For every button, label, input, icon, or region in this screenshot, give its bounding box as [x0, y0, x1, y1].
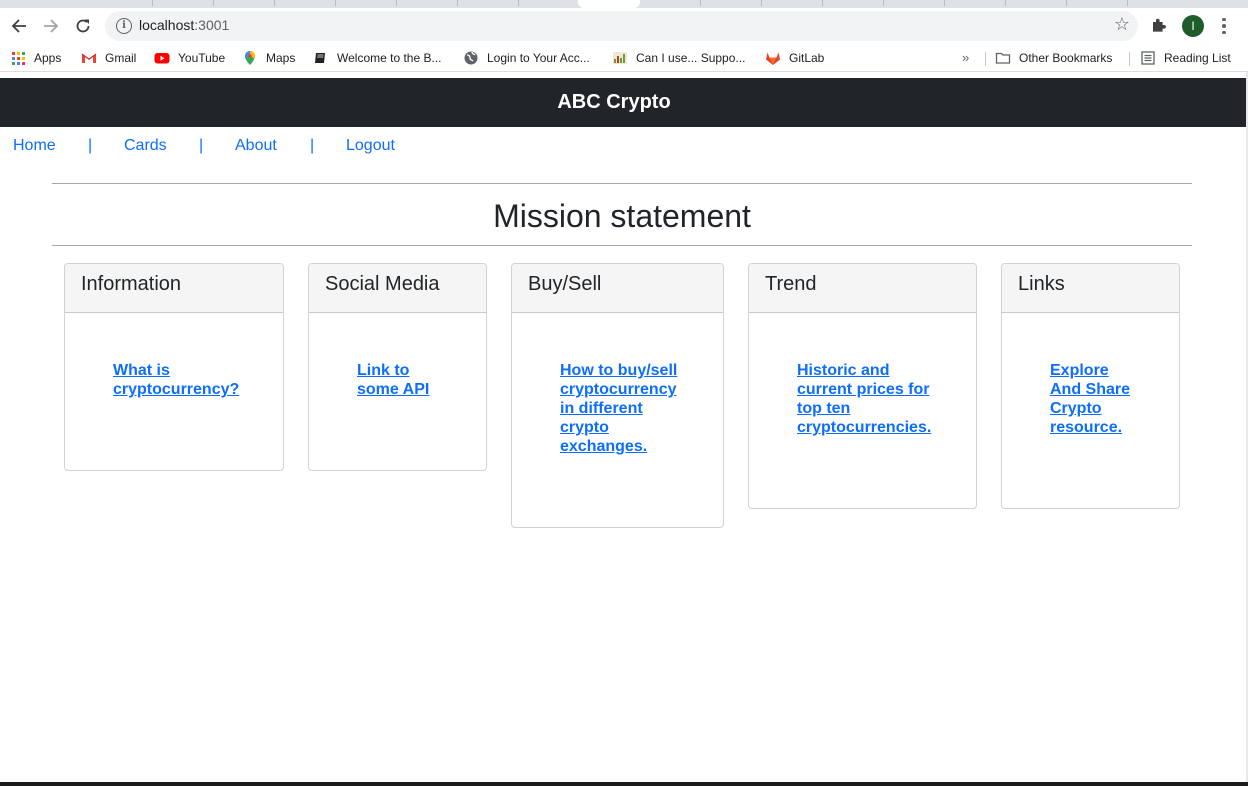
nav-cards-link[interactable]: Cards	[124, 137, 167, 155]
page-heading: Mission statement	[493, 198, 751, 234]
browser-menu-icon[interactable]	[1214, 14, 1234, 38]
nav-home-link[interactable]: Home	[13, 137, 56, 155]
bookmarks-bar: Apps Gmail YouTube Maps Welcome to the B…	[0, 44, 1248, 72]
tab-separator	[822, 0, 823, 6]
card-link[interactable]: Link to some API	[357, 361, 442, 399]
card-body: How to buy/sell cryptocurrency in differ…	[512, 313, 723, 472]
nav-separator: |	[310, 137, 315, 154]
bookmark-label: GitLab	[789, 51, 825, 65]
tab-separator	[1005, 0, 1006, 6]
bookmark-other[interactable]: Other Bookmarks	[995, 50, 1112, 66]
bookmarks-overflow-chevron[interactable]: »	[962, 50, 969, 65]
forward-button[interactable]	[37, 12, 65, 40]
card-title: Trend	[749, 264, 976, 313]
bookmark-label: Apps	[34, 51, 62, 65]
card-body: Historic and current prices for top ten …	[749, 313, 976, 453]
tab-strip	[0, 0, 1248, 8]
divider-top	[52, 183, 1192, 184]
card-link[interactable]: What is cryptocurrency?	[113, 361, 263, 399]
card-body: Explore And Share Crypto resource.	[1002, 313, 1179, 453]
tab-separator	[883, 0, 884, 6]
bookmark-gmail[interactable]: Gmail	[81, 50, 136, 66]
divider-bottom	[52, 245, 1192, 246]
bookmarks-divider	[1129, 52, 1130, 66]
bookmark-login[interactable]: Login to Your Acc...	[463, 50, 590, 66]
url-text[interactable]: localhost:3001	[139, 17, 229, 33]
window-edge	[0, 782, 1248, 786]
card-information: Information What is cryptocurrency?	[64, 263, 284, 471]
tab-separator	[700, 0, 701, 6]
card-body: What is cryptocurrency?	[65, 313, 283, 415]
back-arrow-icon	[11, 19, 26, 33]
card-title: Information	[65, 264, 283, 313]
bookmark-label: Other Bookmarks	[1019, 51, 1113, 65]
tab-separator	[457, 0, 458, 6]
folder-icon	[995, 50, 1011, 66]
bookmarks-divider	[985, 52, 986, 66]
gmail-icon	[81, 50, 97, 66]
bookmark-youtube[interactable]: YouTube	[154, 50, 225, 66]
maps-pin-icon	[242, 50, 258, 66]
bookmark-gitlab[interactable]: GitLab	[765, 50, 824, 66]
site-info-icon[interactable]: i	[116, 18, 132, 34]
card-link[interactable]: Explore And Share Crypto resource.	[1050, 361, 1135, 437]
globe-icon	[463, 50, 479, 66]
profile-avatar[interactable]: I	[1182, 15, 1204, 37]
bookmark-label: Reading List	[1164, 51, 1231, 65]
tab-separator	[274, 0, 275, 6]
card-buy-sell: Buy/Sell How to buy/sell cryptocurrency …	[511, 263, 724, 528]
extensions-puzzle-icon[interactable]	[1150, 16, 1170, 36]
card-body: Link to some API	[309, 313, 486, 415]
bookmark-label: Welcome to the B...	[337, 51, 442, 65]
browser-toolbar: i localhost:3001 ☆ I	[0, 8, 1248, 44]
book-icon	[313, 50, 329, 66]
bookmark-maps[interactable]: Maps	[242, 50, 295, 66]
tab-separator	[944, 0, 945, 6]
nav-logout-link[interactable]: Logout	[346, 137, 395, 155]
app-title: ABC Crypto	[557, 91, 671, 113]
forward-arrow-icon	[44, 19, 59, 33]
bookmark-label: Maps	[266, 51, 296, 65]
card-trend: Trend Historic and current prices for to…	[748, 263, 977, 509]
tab-separator	[761, 0, 762, 6]
caniuse-icon	[612, 50, 628, 66]
bookmark-welcome[interactable]: Welcome to the B...	[313, 50, 442, 66]
address-bar[interactable]: i localhost:3001 ☆	[105, 11, 1138, 41]
active-tab[interactable]	[578, 0, 640, 8]
tab-separator	[213, 0, 214, 6]
card-title: Buy/Sell	[512, 264, 723, 313]
reload-icon	[76, 19, 90, 33]
reading-list-icon	[1140, 50, 1156, 66]
card-links: Links Explore And Share Crypto resource.	[1001, 263, 1180, 509]
nav-about-link[interactable]: About	[235, 137, 277, 155]
nav-separator: |	[88, 137, 93, 154]
back-button[interactable]	[5, 12, 33, 40]
tab-separator	[335, 0, 336, 6]
card-social-media: Social Media Link to some API	[308, 263, 487, 471]
bookmark-caniuse[interactable]: Can I use... Suppo...	[612, 50, 745, 66]
card-title: Social Media	[309, 264, 486, 313]
tab-separator	[518, 0, 519, 6]
card-title: Links	[1002, 264, 1179, 313]
tab-separator	[152, 0, 153, 6]
reading-list[interactable]: Reading List	[1140, 50, 1231, 66]
tab-separator	[396, 0, 397, 6]
bookmark-label: Gmail	[105, 51, 137, 65]
card-link[interactable]: How to buy/sell cryptocurrency in differ…	[560, 361, 685, 456]
tab-separator	[1127, 0, 1128, 6]
bookmark-label: Can I use... Suppo...	[636, 51, 746, 65]
nav-separator: |	[199, 137, 204, 154]
youtube-icon	[154, 50, 170, 66]
gitlab-icon	[765, 50, 781, 66]
reload-button[interactable]	[69, 12, 97, 40]
app-header: ABC Crypto	[0, 78, 1248, 127]
bookmark-label: YouTube	[178, 51, 226, 65]
bookmark-apps[interactable]: Apps	[10, 50, 61, 66]
tab-separator	[1066, 0, 1067, 6]
apps-grid-icon	[10, 50, 26, 66]
card-link[interactable]: Historic and current prices for top ten …	[797, 361, 942, 437]
bookmark-star-icon[interactable]: ☆	[1114, 14, 1130, 35]
bookmark-label: Login to Your Acc...	[487, 51, 590, 65]
